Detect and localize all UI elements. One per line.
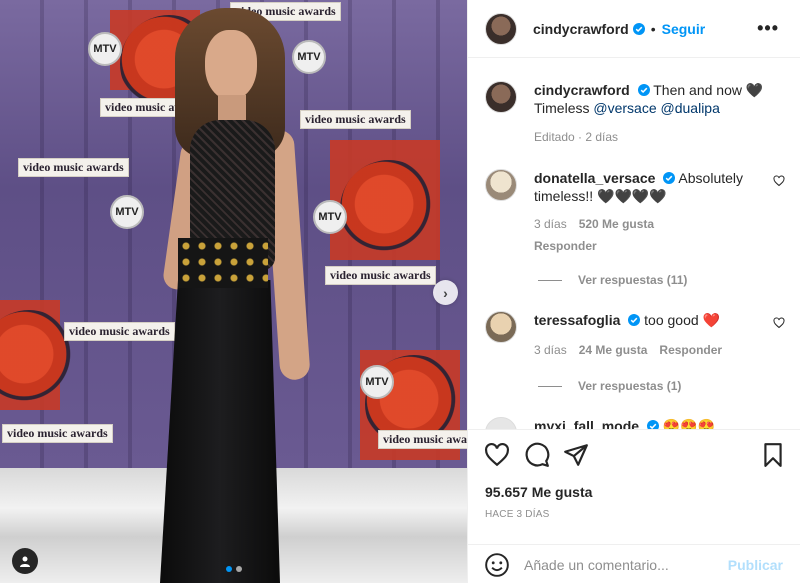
comment-time[interactable]: 3 días: [534, 343, 567, 357]
likes-count[interactable]: 95.657 Me gusta: [485, 484, 592, 500]
comment-body: too good ❤️: [644, 312, 720, 328]
verified-icon: [632, 22, 645, 35]
comment-icon[interactable]: [524, 442, 550, 468]
comment-body: 😍😍😍: [662, 418, 716, 429]
comment-input[interactable]: Añade un comentario...: [524, 557, 728, 573]
avatar[interactable]: [485, 417, 517, 429]
post-timestamp[interactable]: HACE 3 DÍAS: [485, 509, 549, 520]
heart-icon[interactable]: [773, 317, 785, 329]
instagram-post: MTV MTV MTV MTV MTV video music awards v…: [0, 0, 800, 583]
comment-item: myxi_fall_mode 😍😍😍: [485, 417, 785, 429]
comment-text: myxi_fall_mode 😍😍😍: [534, 417, 785, 429]
post-side-panel: cindycrawford • Seguir ••• cindycrawford: [467, 0, 800, 583]
user-tag-icon: [20, 556, 30, 567]
action-icons: [484, 442, 786, 470]
carousel-next-button[interactable]: ›: [433, 280, 458, 305]
avatar[interactable]: [485, 169, 517, 201]
comment-username[interactable]: myxi_fall_mode: [534, 418, 639, 429]
comment-meta: 3 días 24 Me gusta Responder: [534, 343, 785, 357]
chevron-right-icon: ›: [443, 284, 448, 301]
comments-list[interactable]: cindycrawford Then and now 🖤 Timeless @v…: [468, 59, 800, 429]
caption-timeless: Timeless: [534, 100, 590, 116]
view-replies-button[interactable]: Ver respuestas (1): [538, 379, 681, 393]
action-bar: 95.657 Me gusta HACE 3 DÍAS Añade un com…: [468, 429, 800, 583]
comment-likes[interactable]: 24 Me gusta: [579, 343, 648, 357]
subject-face: [205, 30, 257, 100]
emoji-icon[interactable]: [484, 552, 510, 578]
comment-username[interactable]: donatella_versace: [534, 170, 655, 186]
mention-link[interactable]: @versace: [593, 100, 656, 116]
comment-text: donatella_versace Absolutely timeless!! …: [534, 169, 785, 205]
author-username[interactable]: cindycrawford: [533, 21, 629, 37]
verified-icon: [637, 84, 650, 96]
caption-text: cindycrawford Then and now 🖤 Timeless @v…: [534, 81, 785, 117]
caption-meta: Editado · 2 días: [534, 130, 785, 144]
view-replies-label: Ver respuestas (11): [578, 273, 688, 287]
subject-pants: [160, 280, 280, 583]
comment-time[interactable]: 3 días: [534, 217, 567, 231]
avatar[interactable]: [485, 12, 517, 45]
carousel-dot: [236, 566, 242, 572]
reply-button[interactable]: Responder: [659, 343, 722, 357]
caption-username[interactable]: cindycrawford: [534, 82, 630, 98]
comment-form: Añade un comentario... Publicar: [468, 544, 800, 583]
follow-button[interactable]: Seguir: [662, 21, 706, 37]
heart-icon[interactable]: [773, 175, 785, 187]
more-icon[interactable]: •••: [757, 18, 779, 39]
verified-icon: [663, 172, 676, 184]
share-icon[interactable]: [563, 442, 589, 468]
divider: [538, 279, 562, 281]
comment-item: donatella_versace Absolutely timeless!! …: [485, 169, 785, 253]
caption-line1: Then and now 🖤: [653, 82, 764, 98]
divider: [538, 385, 562, 387]
edited-label: Editado · 2 días: [534, 130, 619, 144]
header-separator: •: [650, 20, 656, 37]
comment-likes[interactable]: 520 Me gusta: [579, 217, 654, 231]
reply-button[interactable]: Responder: [534, 239, 785, 253]
carousel-dot: [226, 566, 232, 572]
verified-icon: [628, 314, 641, 326]
comment-username[interactable]: teressafoglia: [534, 312, 620, 328]
publish-button[interactable]: Publicar: [728, 557, 783, 573]
verified-icon: [646, 420, 659, 429]
caption: cindycrawford Then and now 🖤 Timeless @v…: [485, 81, 785, 144]
view-replies-button[interactable]: Ver respuestas (11): [538, 273, 687, 287]
post-photo[interactable]: MTV MTV MTV MTV MTV video music awards v…: [0, 0, 467, 583]
heart-icon[interactable]: [484, 442, 510, 468]
user-tags-button[interactable]: [12, 548, 38, 574]
photo-subject: [0, 0, 467, 583]
subject-belt: [178, 238, 268, 288]
comment-text: teressafoglia too good ❤️: [534, 311, 785, 329]
bookmark-icon[interactable]: [760, 442, 786, 468]
carousel-indicator: [226, 566, 242, 572]
post-header: cindycrawford • Seguir •••: [468, 0, 800, 58]
comment-item: teressafoglia too good ❤️ 3 días 24 Me g…: [485, 311, 785, 357]
avatar[interactable]: [485, 311, 517, 343]
view-replies-label: Ver respuestas (1): [578, 379, 682, 393]
avatar[interactable]: [485, 81, 517, 113]
mention-link[interactable]: @dualipa: [661, 100, 720, 116]
comment-meta: 3 días 520 Me gusta: [534, 217, 785, 231]
